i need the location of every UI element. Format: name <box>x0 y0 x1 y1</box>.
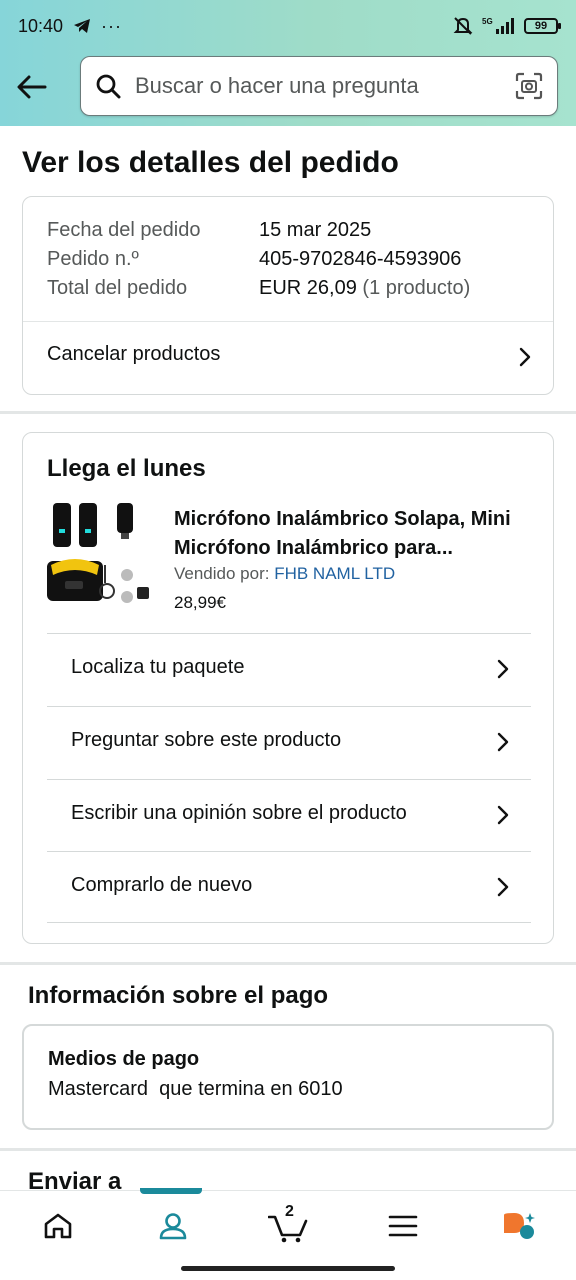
order-total-count: (1 producto) <box>362 277 471 299</box>
payment-section-title: Información sobre el pago <box>28 982 329 1009</box>
payment-methods-title: Medios de pago <box>48 1048 200 1070</box>
section-separator <box>0 1148 576 1151</box>
nav-account[interactable] <box>115 1188 230 1260</box>
search-icon <box>96 74 121 99</box>
bottom-navigation: 2 <box>0 1188 576 1260</box>
status-time: 10:40 <box>18 15 64 36</box>
order-total-amount: EUR 26,09 <box>259 277 357 299</box>
hamburger-menu-icon <box>388 1215 418 1236</box>
order-number-value: 405-9702846-4593906 <box>259 248 462 270</box>
nav-home[interactable] <box>0 1191 115 1260</box>
payment-methods-value: Mastercard que termina en 6010 <box>48 1078 343 1100</box>
search-input[interactable]: Buscar o hacer una pregunta <box>80 56 558 116</box>
chevron-right-icon <box>497 877 509 897</box>
buy-again-row[interactable]: Comprarlo de nuevo <box>47 851 531 923</box>
rufus-assistant-icon <box>504 1212 536 1239</box>
order-number-label: Pedido n.º <box>47 248 139 270</box>
product-title[interactable]: Micrófono Inalámbrico Solapa, Mini Micró… <box>174 505 534 563</box>
payment-methods-card[interactable]: Medios de pago Mastercard que termina en… <box>22 1024 554 1130</box>
cart-count: 2 <box>285 1203 294 1220</box>
product-image[interactable] <box>47 499 151 609</box>
active-tab-indicator <box>140 1188 203 1194</box>
chevron-right-icon <box>519 347 531 367</box>
track-package-row[interactable]: Localiza tu paquete <box>47 633 531 705</box>
write-review-label: Escribir una opinión sobre el producto <box>71 802 407 824</box>
product-price: 28,99€ <box>174 593 226 612</box>
chevron-right-icon <box>497 659 509 679</box>
nav-menu[interactable] <box>346 1191 461 1260</box>
chevron-right-icon <box>497 805 509 825</box>
svg-text:5G: 5G <box>482 17 493 26</box>
main-content: Ver los detalles del pedido Fecha del pe… <box>0 126 576 1190</box>
home-indicator[interactable] <box>181 1266 395 1271</box>
more-notifications-icon: ··· <box>101 15 123 36</box>
search-placeholder: Buscar o hacer una pregunta <box>135 73 419 98</box>
page-title: Ver los detalles del pedido <box>22 146 399 179</box>
cancel-products-label: Cancelar productos <box>47 343 221 365</box>
section-separator <box>0 962 576 965</box>
order-total-value: EUR 26,09 (1 producto) <box>259 277 470 300</box>
product-seller: Vendido por: FHB NAML LTD <box>174 564 395 584</box>
sold-by-label: Vendido por: <box>174 564 270 583</box>
nav-cart[interactable]: 2 <box>230 1191 345 1260</box>
write-review-row[interactable]: Escribir una opinión sobre el producto <box>47 779 531 851</box>
buy-again-label: Comprarlo de nuevo <box>71 874 253 896</box>
telegram-icon <box>74 19 91 33</box>
muted-bell-icon <box>453 17 473 35</box>
battery-indicator: 99 <box>524 18 561 34</box>
nav-assistant[interactable] <box>461 1191 576 1260</box>
order-date-label: Fecha del pedido <box>47 219 201 241</box>
ask-product-row[interactable]: Preguntar sobre este producto <box>47 706 531 778</box>
section-separator <box>0 411 576 414</box>
back-button[interactable] <box>0 56 64 118</box>
order-date-value: 15 mar 2025 <box>259 219 372 241</box>
ask-product-label: Preguntar sobre este producto <box>71 729 342 751</box>
seller-link[interactable]: FHB NAML LTD <box>274 564 395 583</box>
shipping-section-title: Enviar a <box>28 1168 122 1190</box>
track-package-label: Localiza tu paquete <box>71 656 245 678</box>
cancel-products-link[interactable]: Cancelar productos <box>23 322 553 394</box>
order-total-label: Total del pedido <box>47 277 188 299</box>
chevron-right-icon <box>497 732 509 752</box>
order-summary-card: Fecha del pedido 15 mar 2025 Pedido n.º … <box>22 196 554 395</box>
back-arrow-icon <box>17 75 47 99</box>
delivery-heading: Llega el lunes <box>47 455 206 482</box>
account-icon <box>159 1212 187 1239</box>
home-icon <box>44 1213 71 1238</box>
status-bar: 10:40 ··· 5G 99 <box>0 0 576 52</box>
signal-icon: 5G <box>482 17 514 34</box>
shipment-card: Llega el lunes Micrófono Inalámbrico Sol… <box>22 432 554 944</box>
camera-search-icon[interactable] <box>515 72 543 100</box>
search-row: Buscar o hacer una pregunta <box>0 56 576 118</box>
